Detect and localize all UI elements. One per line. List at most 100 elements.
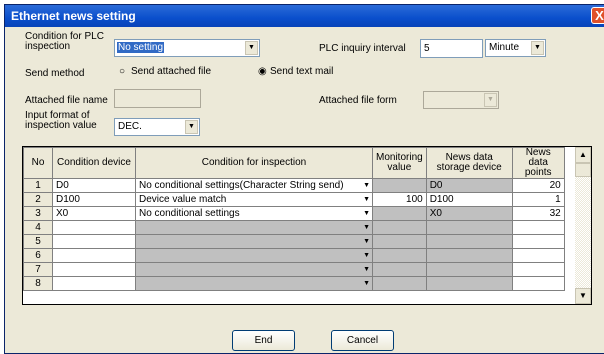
condition-device-cell[interactable] (52, 220, 136, 235)
table-row[interactable]: 6 ▼ (23, 248, 565, 263)
monitoring-value-cell[interactable] (372, 220, 427, 235)
table-row[interactable]: 3 X0 No conditional settings ▼ X0 32 (23, 206, 565, 221)
data-points-cell[interactable]: 1 (511, 192, 565, 207)
condition-device-cell[interactable] (52, 262, 136, 277)
condition-device-cell[interactable]: X0 (52, 206, 136, 221)
radio-label: Send attached file (131, 66, 212, 77)
condition-inspection-cell[interactable]: Device value match ▼ (135, 192, 373, 207)
radio-send-attached-file[interactable]: ○ Send attached file (119, 66, 211, 77)
attached-file-form-select[interactable]: ▼ (423, 91, 499, 109)
monitoring-value-cell[interactable] (372, 206, 427, 221)
storage-device-cell[interactable] (425, 248, 513, 263)
dialog-title: Ethernet news setting (11, 9, 136, 23)
data-points-cell[interactable]: 20 (511, 178, 565, 193)
condition-device-cell[interactable] (52, 248, 136, 263)
header-condition-inspection: Condition for inspection (135, 147, 373, 179)
condition-inspection-cell[interactable]: No conditional settings(Character String… (135, 178, 373, 193)
data-points-cell[interactable]: 32 (511, 206, 565, 221)
row-number: 7 (23, 262, 53, 277)
chevron-down-icon[interactable]: ▼ (245, 41, 258, 55)
close-button[interactable]: X (591, 7, 604, 24)
condition-inspection-cell[interactable]: ▼ (135, 220, 373, 235)
plc-inquiry-label: PLC inquiry interval (319, 43, 406, 54)
end-button[interactable]: End (232, 330, 295, 351)
scroll-down-icon[interactable]: ▼ (575, 288, 591, 304)
cancel-button[interactable]: Cancel (331, 330, 394, 351)
table-header-row: No Condition device Condition for inspec… (23, 147, 565, 179)
table-row[interactable]: 2 D100 Device value match ▼ 100 D100 1 (23, 192, 565, 207)
chevron-down-icon[interactable]: ▼ (363, 210, 370, 217)
chevron-down-icon[interactable]: ▼ (363, 224, 370, 231)
monitoring-value-cell[interactable] (372, 262, 427, 277)
vertical-scrollbar[interactable]: ▲ ▼ (575, 147, 591, 304)
storage-device-cell[interactable]: X0 (425, 206, 513, 221)
radio-checked-icon: ◉ (258, 66, 267, 77)
row-number: 3 (23, 206, 53, 221)
storage-device-cell[interactable] (425, 262, 513, 277)
attached-file-name-input[interactable] (114, 89, 201, 108)
storage-device-cell[interactable]: D100 (425, 192, 513, 207)
condition-inspection-cell[interactable]: ▼ (135, 276, 373, 291)
input-format-select[interactable]: DEC. ▼ (114, 118, 200, 136)
condition-device-cell[interactable]: D100 (52, 192, 136, 207)
condition-inspection-cell[interactable]: ▼ (135, 248, 373, 263)
monitoring-value-cell[interactable] (372, 276, 427, 291)
title-bar[interactable]: Ethernet news setting X (5, 5, 604, 27)
radio-send-text-mail[interactable]: ◉ Send text mail (258, 66, 333, 77)
storage-device-cell[interactable] (425, 220, 513, 235)
monitoring-value-cell[interactable] (372, 178, 427, 193)
chevron-down-icon[interactable]: ▼ (363, 238, 370, 245)
inspection-grid: No Condition device Condition for inspec… (22, 146, 592, 305)
chevron-down-icon[interactable]: ▼ (484, 93, 497, 107)
condition-inspection-value: No conditional settings (139, 208, 240, 219)
row-number: 2 (23, 192, 53, 207)
chevron-down-icon[interactable]: ▼ (363, 182, 370, 189)
condition-inspection-cell[interactable]: No conditional settings ▼ (135, 206, 373, 221)
radio-label: Send text mail (270, 66, 334, 77)
data-points-cell[interactable] (511, 234, 565, 249)
chevron-down-icon[interactable]: ▼ (363, 280, 370, 287)
row-number: 6 (23, 248, 53, 263)
scroll-thumb[interactable] (575, 163, 591, 177)
condition-inspection-cell[interactable]: ▼ (135, 262, 373, 277)
condition-plc-label: Condition for PLC inspection (25, 31, 104, 52)
storage-device-cell[interactable]: D0 (425, 178, 513, 193)
inspection-table: No Condition device Condition for inspec… (23, 147, 565, 291)
condition-inspection-cell[interactable]: ▼ (135, 234, 373, 249)
header-condition-device: Condition device (52, 147, 136, 179)
data-points-cell[interactable] (511, 248, 565, 263)
scroll-track[interactable] (575, 177, 591, 288)
table-row[interactable]: 1 D0 No conditional settings(Character S… (23, 178, 565, 193)
header-news-data-points: News data points (511, 147, 565, 179)
chevron-down-icon[interactable]: ▼ (531, 41, 544, 55)
table-row[interactable]: 4 ▼ (23, 220, 565, 235)
table-row[interactable]: 8 ▼ (23, 276, 565, 291)
storage-device-cell[interactable] (425, 276, 513, 291)
row-number: 1 (23, 178, 53, 193)
data-points-cell[interactable] (511, 262, 565, 277)
condition-device-cell[interactable] (52, 276, 136, 291)
chevron-down-icon[interactable]: ▼ (363, 196, 370, 203)
ethernet-news-setting-dialog: Ethernet news setting X Condition for PL… (4, 4, 604, 354)
plc-inquiry-input[interactable]: 5 (420, 39, 483, 58)
chevron-down-icon[interactable]: ▼ (363, 266, 370, 273)
monitoring-value-cell[interactable] (372, 234, 427, 249)
condition-device-cell[interactable]: D0 (52, 178, 136, 193)
table-row[interactable]: 5 ▼ (23, 234, 565, 249)
chevron-down-icon[interactable]: ▼ (185, 120, 198, 134)
condition-plc-select[interactable]: No setting ▼ (114, 39, 260, 57)
condition-device-cell[interactable] (52, 234, 136, 249)
scroll-up-icon[interactable]: ▲ (575, 147, 591, 163)
storage-device-cell[interactable] (425, 234, 513, 249)
plc-inquiry-unit-select[interactable]: Minute ▼ (485, 39, 546, 57)
header-monitoring-value: Monitoring value (372, 147, 427, 179)
monitoring-value-cell[interactable]: 100 (372, 192, 427, 207)
condition-inspection-value: Device value match (139, 194, 227, 205)
data-points-cell[interactable] (511, 220, 565, 235)
monitoring-value-cell[interactable] (372, 248, 427, 263)
data-points-cell[interactable] (511, 276, 565, 291)
send-method-label: Send method (25, 68, 85, 79)
condition-plc-value: No setting (117, 42, 165, 53)
chevron-down-icon[interactable]: ▼ (363, 252, 370, 259)
table-row[interactable]: 7 ▼ (23, 262, 565, 277)
